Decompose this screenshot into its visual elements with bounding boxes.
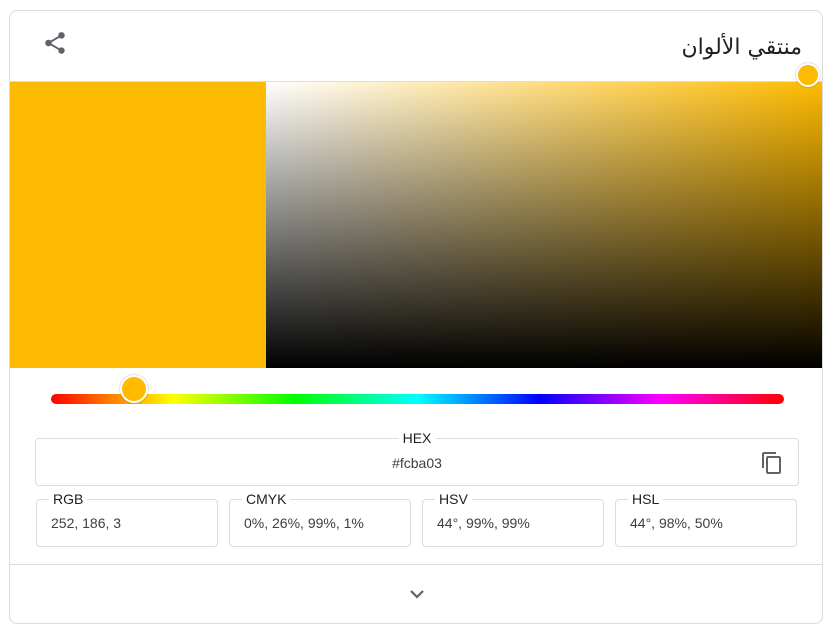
header: منتقي الألوان	[10, 11, 822, 82]
saturation-value-area[interactable]	[266, 82, 822, 368]
hsv-value[interactable]: 44°, 99%, 99%	[437, 515, 530, 531]
footer	[10, 564, 822, 623]
color-preview-swatch	[10, 82, 266, 368]
hsl-field[interactable]: HSL 44°, 98%, 50%	[615, 491, 797, 547]
hue-slider-handle[interactable]	[120, 375, 148, 403]
rgb-field[interactable]: RGB 252, 186, 3	[36, 491, 218, 547]
copy-icon[interactable]	[760, 450, 784, 476]
share-icon[interactable]	[42, 30, 68, 56]
hsl-value[interactable]: 44°, 98%, 50%	[630, 515, 723, 531]
hex-label: HEX	[398, 430, 436, 446]
color-picker-card: منتقي الألوان HEX #fcba03 RGB 252, 186, …	[9, 10, 823, 624]
chevron-down-icon[interactable]	[405, 587, 429, 603]
hsv-field[interactable]: HSV 44°, 99%, 99%	[422, 491, 604, 547]
saturation-handle[interactable]	[796, 63, 820, 87]
cmyk-field[interactable]: CMYK 0%, 26%, 99%, 1%	[229, 491, 411, 547]
cmyk-value[interactable]: 0%, 26%, 99%, 1%	[244, 515, 364, 531]
rgb-label: RGB	[49, 491, 88, 507]
hsv-label: HSV	[435, 491, 472, 507]
rgb-value[interactable]: 252, 186, 3	[51, 515, 121, 531]
value-black-gradient	[266, 82, 822, 368]
hsl-label: HSL	[628, 491, 664, 507]
cmyk-label: CMYK	[242, 491, 291, 507]
hex-field[interactable]: HEX #fcba03	[35, 430, 799, 486]
page-title: منتقي الألوان	[681, 35, 802, 60]
hex-value[interactable]: #fcba03	[36, 455, 798, 471]
hue-slider[interactable]	[51, 394, 784, 404]
